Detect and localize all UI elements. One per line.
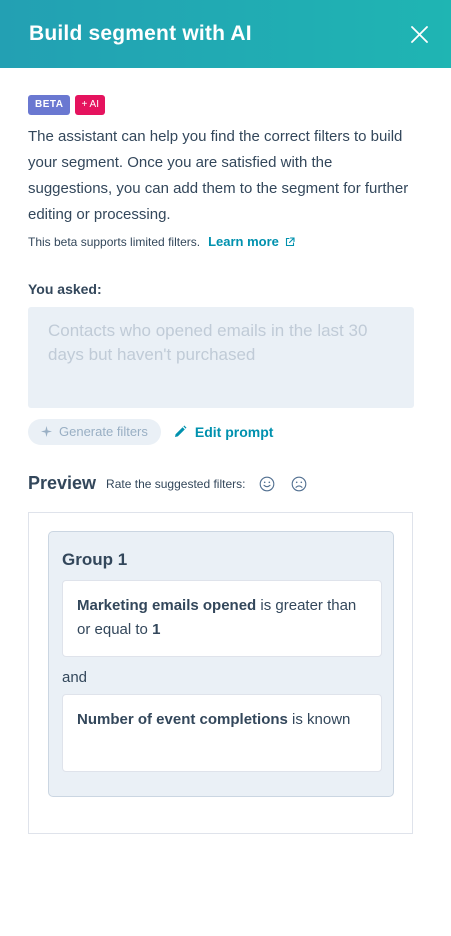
- beta-note-text: This beta supports limited filters.: [28, 234, 201, 249]
- external-link-icon: [285, 236, 295, 246]
- beta-note: This beta supports limited filters. Lear…: [28, 234, 414, 249]
- group-title: Group 1: [62, 550, 128, 569]
- generate-filters-label: Generate filters: [59, 424, 148, 439]
- filter-card: Marketing emails opened is greater than …: [62, 580, 382, 657]
- rate-label: Rate the suggested filters:: [106, 476, 246, 491]
- beta-badge: BETA: [28, 95, 71, 115]
- prompt-input[interactable]: Contacts who opened emails in the last 3…: [28, 307, 414, 408]
- filter-operator: is known: [287, 711, 351, 728]
- panel-header: Build segment with AI: [0, 0, 451, 68]
- preview-header: Preview Rate the suggested filters:: [28, 473, 414, 494]
- filter-group: Group 1 Marketing emails opened is great…: [48, 531, 394, 797]
- panel-title: Build segment with AI: [29, 22, 252, 45]
- and-connector: and: [62, 669, 88, 686]
- preview-title: Preview: [28, 473, 97, 493]
- thumbs-down-button[interactable]: [291, 476, 307, 492]
- sparkle-icon: [41, 426, 52, 437]
- pencil-icon: [174, 425, 187, 437]
- frown-face-icon: [292, 476, 307, 491]
- preview-panel: Group 1 Marketing emails opened is great…: [28, 512, 413, 834]
- filter-property: Marketing emails opened: [77, 597, 257, 614]
- close-button[interactable]: [409, 24, 429, 44]
- badge-row: BETA + AI: [28, 94, 414, 116]
- edit-prompt-label: Edit prompt: [194, 423, 274, 440]
- description-text: The assistant can help you find the corr…: [28, 128, 409, 223]
- smiley-face-icon: [260, 476, 275, 491]
- filter-value: 1: [152, 621, 161, 638]
- learn-more-link[interactable]: Learn more: [208, 234, 295, 249]
- learn-more-label: Learn more: [208, 234, 279, 249]
- filter-property: Number of event completions: [77, 711, 288, 728]
- ai-badge: + AI: [75, 95, 105, 115]
- edit-prompt-button[interactable]: Edit prompt: [173, 423, 274, 440]
- you-asked-label: You asked:: [28, 281, 102, 297]
- thumbs-up-button[interactable]: [259, 476, 275, 492]
- filter-card: Number of event completions is known: [62, 694, 382, 772]
- generate-filters-button[interactable]: Generate filters: [28, 418, 161, 445]
- panel-content: BETA + AI The assistant can help you fin…: [28, 94, 414, 834]
- close-icon: [410, 25, 428, 43]
- prompt-actions: Generate filters Edit prompt: [28, 418, 414, 445]
